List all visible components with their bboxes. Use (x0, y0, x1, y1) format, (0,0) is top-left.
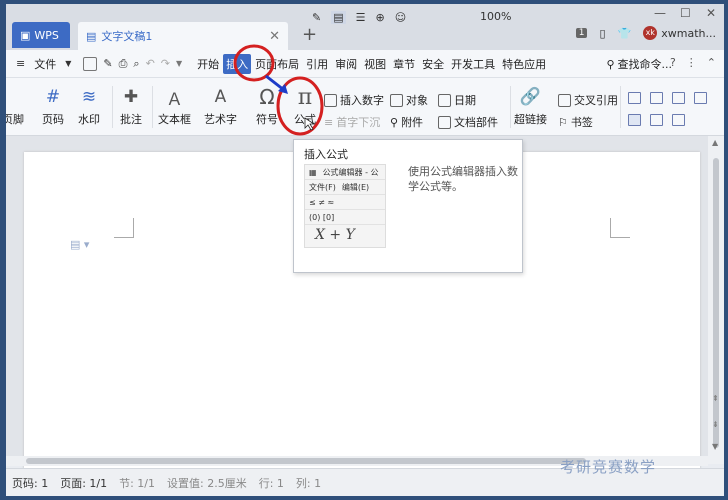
annotation-overlay (233, 44, 324, 136)
highlight-insert-circle (233, 44, 275, 82)
watermark-text: 考研竞赛数学 (560, 458, 657, 476)
mouse-cursor-icon (304, 117, 316, 131)
